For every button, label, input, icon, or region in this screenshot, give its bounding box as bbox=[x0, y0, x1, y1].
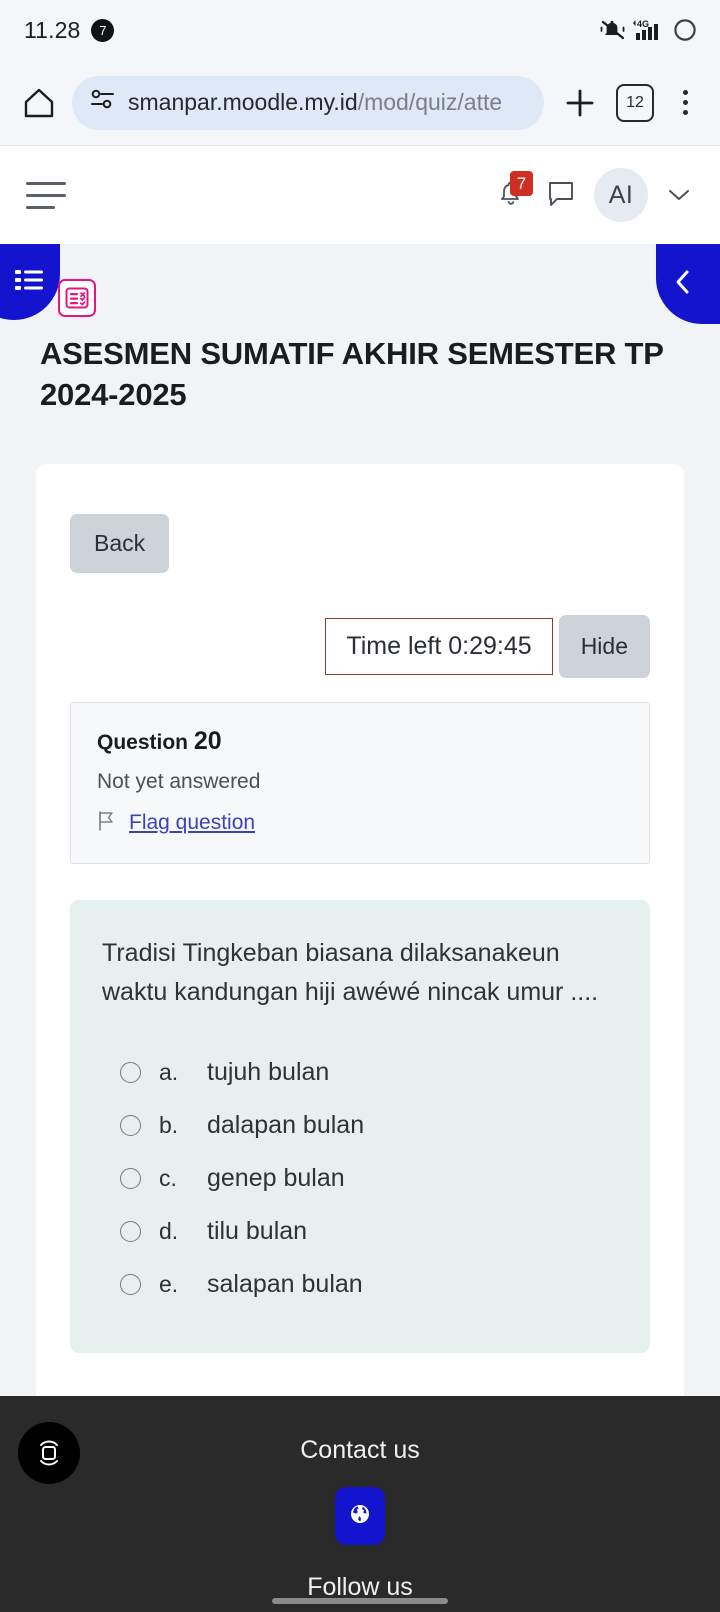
radio-b[interactable] bbox=[120, 1114, 141, 1136]
list-drawer-icon bbox=[14, 267, 44, 298]
quiz-attempt-card: Back Time left 0:29:45 Hide Question 20 … bbox=[36, 463, 684, 1396]
question-label: Question bbox=[97, 730, 189, 754]
hide-timer-button[interactable]: Hide bbox=[558, 614, 650, 678]
quiz-timer-row: Time left 0:29:45 Hide bbox=[70, 614, 650, 678]
phone-screen: 11.28 7 4G smanpar.moodle.my.id/mod/quiz… bbox=[0, 0, 720, 1612]
option-letter-c: c. bbox=[159, 1164, 177, 1191]
rotate-screen-icon[interactable] bbox=[18, 1422, 80, 1484]
message-bubble-icon bbox=[546, 181, 576, 212]
notification-count-badge: 7 bbox=[510, 171, 533, 196]
answer-option-c[interactable]: c. genep bulan bbox=[102, 1152, 618, 1205]
messages-button[interactable] bbox=[546, 178, 576, 213]
globe-icon bbox=[347, 1501, 373, 1532]
question-body: Tradisi Tingkeban biasana dilaksanakeun … bbox=[70, 899, 650, 1353]
website-link-button[interactable] bbox=[335, 1487, 385, 1545]
course-index-drawer-toggle[interactable] bbox=[0, 244, 60, 320]
signal-4g-icon: 4G bbox=[632, 17, 666, 43]
flag-question-row[interactable]: Flag question bbox=[97, 810, 623, 837]
radio-c[interactable] bbox=[120, 1167, 141, 1189]
flag-question-link[interactable]: Flag question bbox=[129, 811, 255, 835]
battery-icon bbox=[672, 17, 698, 43]
svg-text:4G: 4G bbox=[637, 19, 649, 29]
option-text-a: tujuh bulan bbox=[207, 1057, 330, 1086]
answer-options: a. tujuh bulan b. dalapan bulan c. genep… bbox=[102, 1046, 618, 1311]
address-bar[interactable]: smanpar.moodle.my.id/mod/quiz/atte bbox=[72, 75, 544, 130]
quiz-timer: Time left 0:29:45 bbox=[325, 617, 553, 675]
plus-icon[interactable] bbox=[558, 81, 602, 125]
quiz-checklist-icon bbox=[58, 279, 96, 317]
status-notification-badge: 7 bbox=[91, 18, 115, 42]
option-text-d: tilu bulan bbox=[207, 1216, 308, 1245]
site-footer: Contact us Follow us bbox=[0, 1396, 720, 1612]
question-text: Tradisi Tingkeban biasana dilaksanakeun … bbox=[102, 938, 599, 1006]
status-time: 11.28 bbox=[24, 16, 81, 43]
question-status: Not yet answered bbox=[97, 769, 261, 793]
back-button[interactable]: Back bbox=[70, 513, 170, 573]
block-drawer-toggle[interactable] bbox=[656, 244, 720, 324]
question-heading: Question 20 bbox=[97, 727, 623, 756]
status-bar-right: 4G bbox=[600, 17, 698, 43]
radio-d[interactable] bbox=[120, 1220, 141, 1242]
hamburger-menu-icon[interactable] bbox=[26, 173, 72, 217]
url-path: /mod/quiz/atte bbox=[357, 89, 503, 115]
moodle-navbar: 7 AI bbox=[0, 146, 720, 244]
page-content: ASESMEN SUMATIF AKHIR SEMESTER TP 2024-2… bbox=[0, 244, 720, 1396]
radio-a[interactable] bbox=[120, 1061, 141, 1083]
question-number: 20 bbox=[193, 726, 222, 755]
avatar[interactable]: AI bbox=[594, 168, 648, 222]
option-letter-a: a. bbox=[159, 1058, 179, 1085]
url-host: smanpar.moodle.my.id bbox=[128, 89, 358, 115]
answer-option-e[interactable]: e. salapan bulan bbox=[102, 1258, 618, 1311]
answer-option-d[interactable]: d. tilu bulan bbox=[102, 1205, 618, 1258]
question-info-box: Question 20 Not yet answered Flag questi… bbox=[70, 701, 650, 864]
home-indicator bbox=[272, 1598, 448, 1604]
tab-counter-button[interactable]: 12 bbox=[616, 83, 654, 122]
page-title: ASESMEN SUMATIF AKHIR SEMESTER TP 2024-2… bbox=[40, 336, 664, 412]
option-letter-e: e. bbox=[159, 1270, 179, 1297]
mute-bell-icon bbox=[600, 18, 626, 42]
option-text-e: salapan bulan bbox=[207, 1269, 363, 1298]
url-text: smanpar.moodle.my.id/mod/quiz/atte bbox=[128, 89, 502, 116]
three-dot-menu-icon[interactable] bbox=[668, 83, 702, 123]
option-text-c: genep bulan bbox=[207, 1163, 345, 1192]
site-settings-icon[interactable] bbox=[90, 89, 116, 116]
radio-e[interactable] bbox=[120, 1273, 141, 1295]
browser-toolbar: smanpar.moodle.my.id/mod/quiz/atte 12 bbox=[0, 60, 720, 146]
answer-option-b[interactable]: b. dalapan bulan bbox=[102, 1099, 618, 1152]
option-letter-d: d. bbox=[159, 1217, 179, 1244]
option-letter-b: b. bbox=[159, 1111, 179, 1138]
option-text-b: dalapan bulan bbox=[207, 1110, 365, 1139]
flag-icon bbox=[97, 810, 117, 837]
status-bar: 11.28 7 4G bbox=[0, 0, 720, 60]
answer-option-a[interactable]: a. tujuh bulan bbox=[102, 1046, 618, 1099]
navbar-actions: 7 AI bbox=[494, 168, 692, 222]
chevron-down-icon[interactable] bbox=[666, 180, 692, 210]
status-bar-left: 11.28 7 bbox=[24, 16, 115, 44]
chevron-left-icon bbox=[670, 267, 696, 302]
contact-us-heading: Contact us bbox=[300, 1436, 420, 1464]
notifications-button[interactable]: 7 bbox=[494, 171, 533, 215]
home-icon[interactable] bbox=[20, 84, 58, 122]
